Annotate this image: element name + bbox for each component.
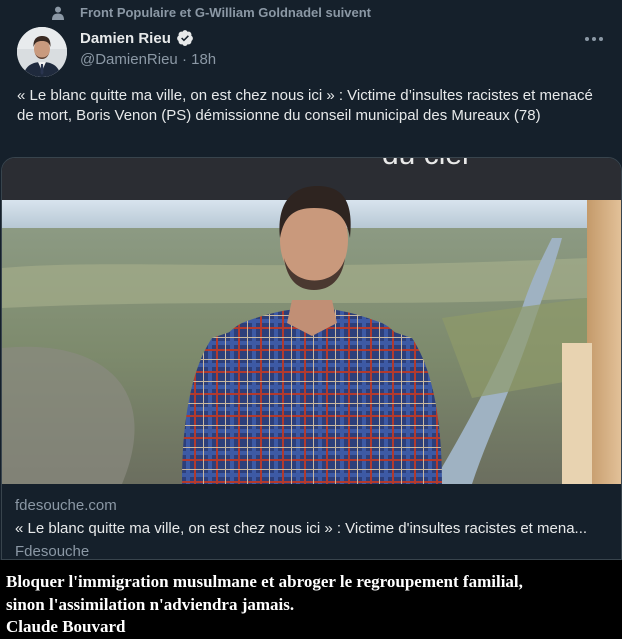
card-source[interactable]: Fdesouche [15,543,89,559]
card-domain[interactable]: fdesouche.com [15,497,117,514]
tweet-text: « Le blanc quitte ma ville, on est chez … [17,87,593,124]
more-icon[interactable] [584,36,604,42]
tweet-time[interactable]: 18h [191,51,216,68]
caption-block: Bloquer l'immigration musulmane et abrog… [0,560,622,639]
author-name[interactable]: Damien Rieu [80,30,171,47]
social-context[interactable]: Front Populaire et G-William Goldnadel s… [80,5,371,20]
card-image-sign-text: du ciel [382,158,469,171]
card-image[interactable]: du ciel [2,158,622,484]
caption-line-2: sinon l'assimilation n'adviendra jamais. [6,595,295,614]
link-card[interactable]: du ciel fdesouche.com « Le blanc quitte … [1,157,622,560]
avatar[interactable] [17,27,67,77]
person-icon [52,6,64,20]
caption-author: Claude Bouvard [6,617,126,636]
card-title[interactable]: « Le blanc quitte ma ville, on est chez … [15,520,615,537]
author-row[interactable]: Damien Rieu [80,29,194,47]
caption-line-1: Bloquer l'immigration musulmane et abrog… [6,572,523,591]
author-handle[interactable]: @DamienRieu [80,51,178,68]
author-meta: @DamienRieu · 18h [80,51,216,68]
verified-icon [176,30,193,46]
meta-separator: · [181,51,187,68]
tweet-article[interactable]: Front Populaire et G-William Goldnadel s… [0,0,622,560]
